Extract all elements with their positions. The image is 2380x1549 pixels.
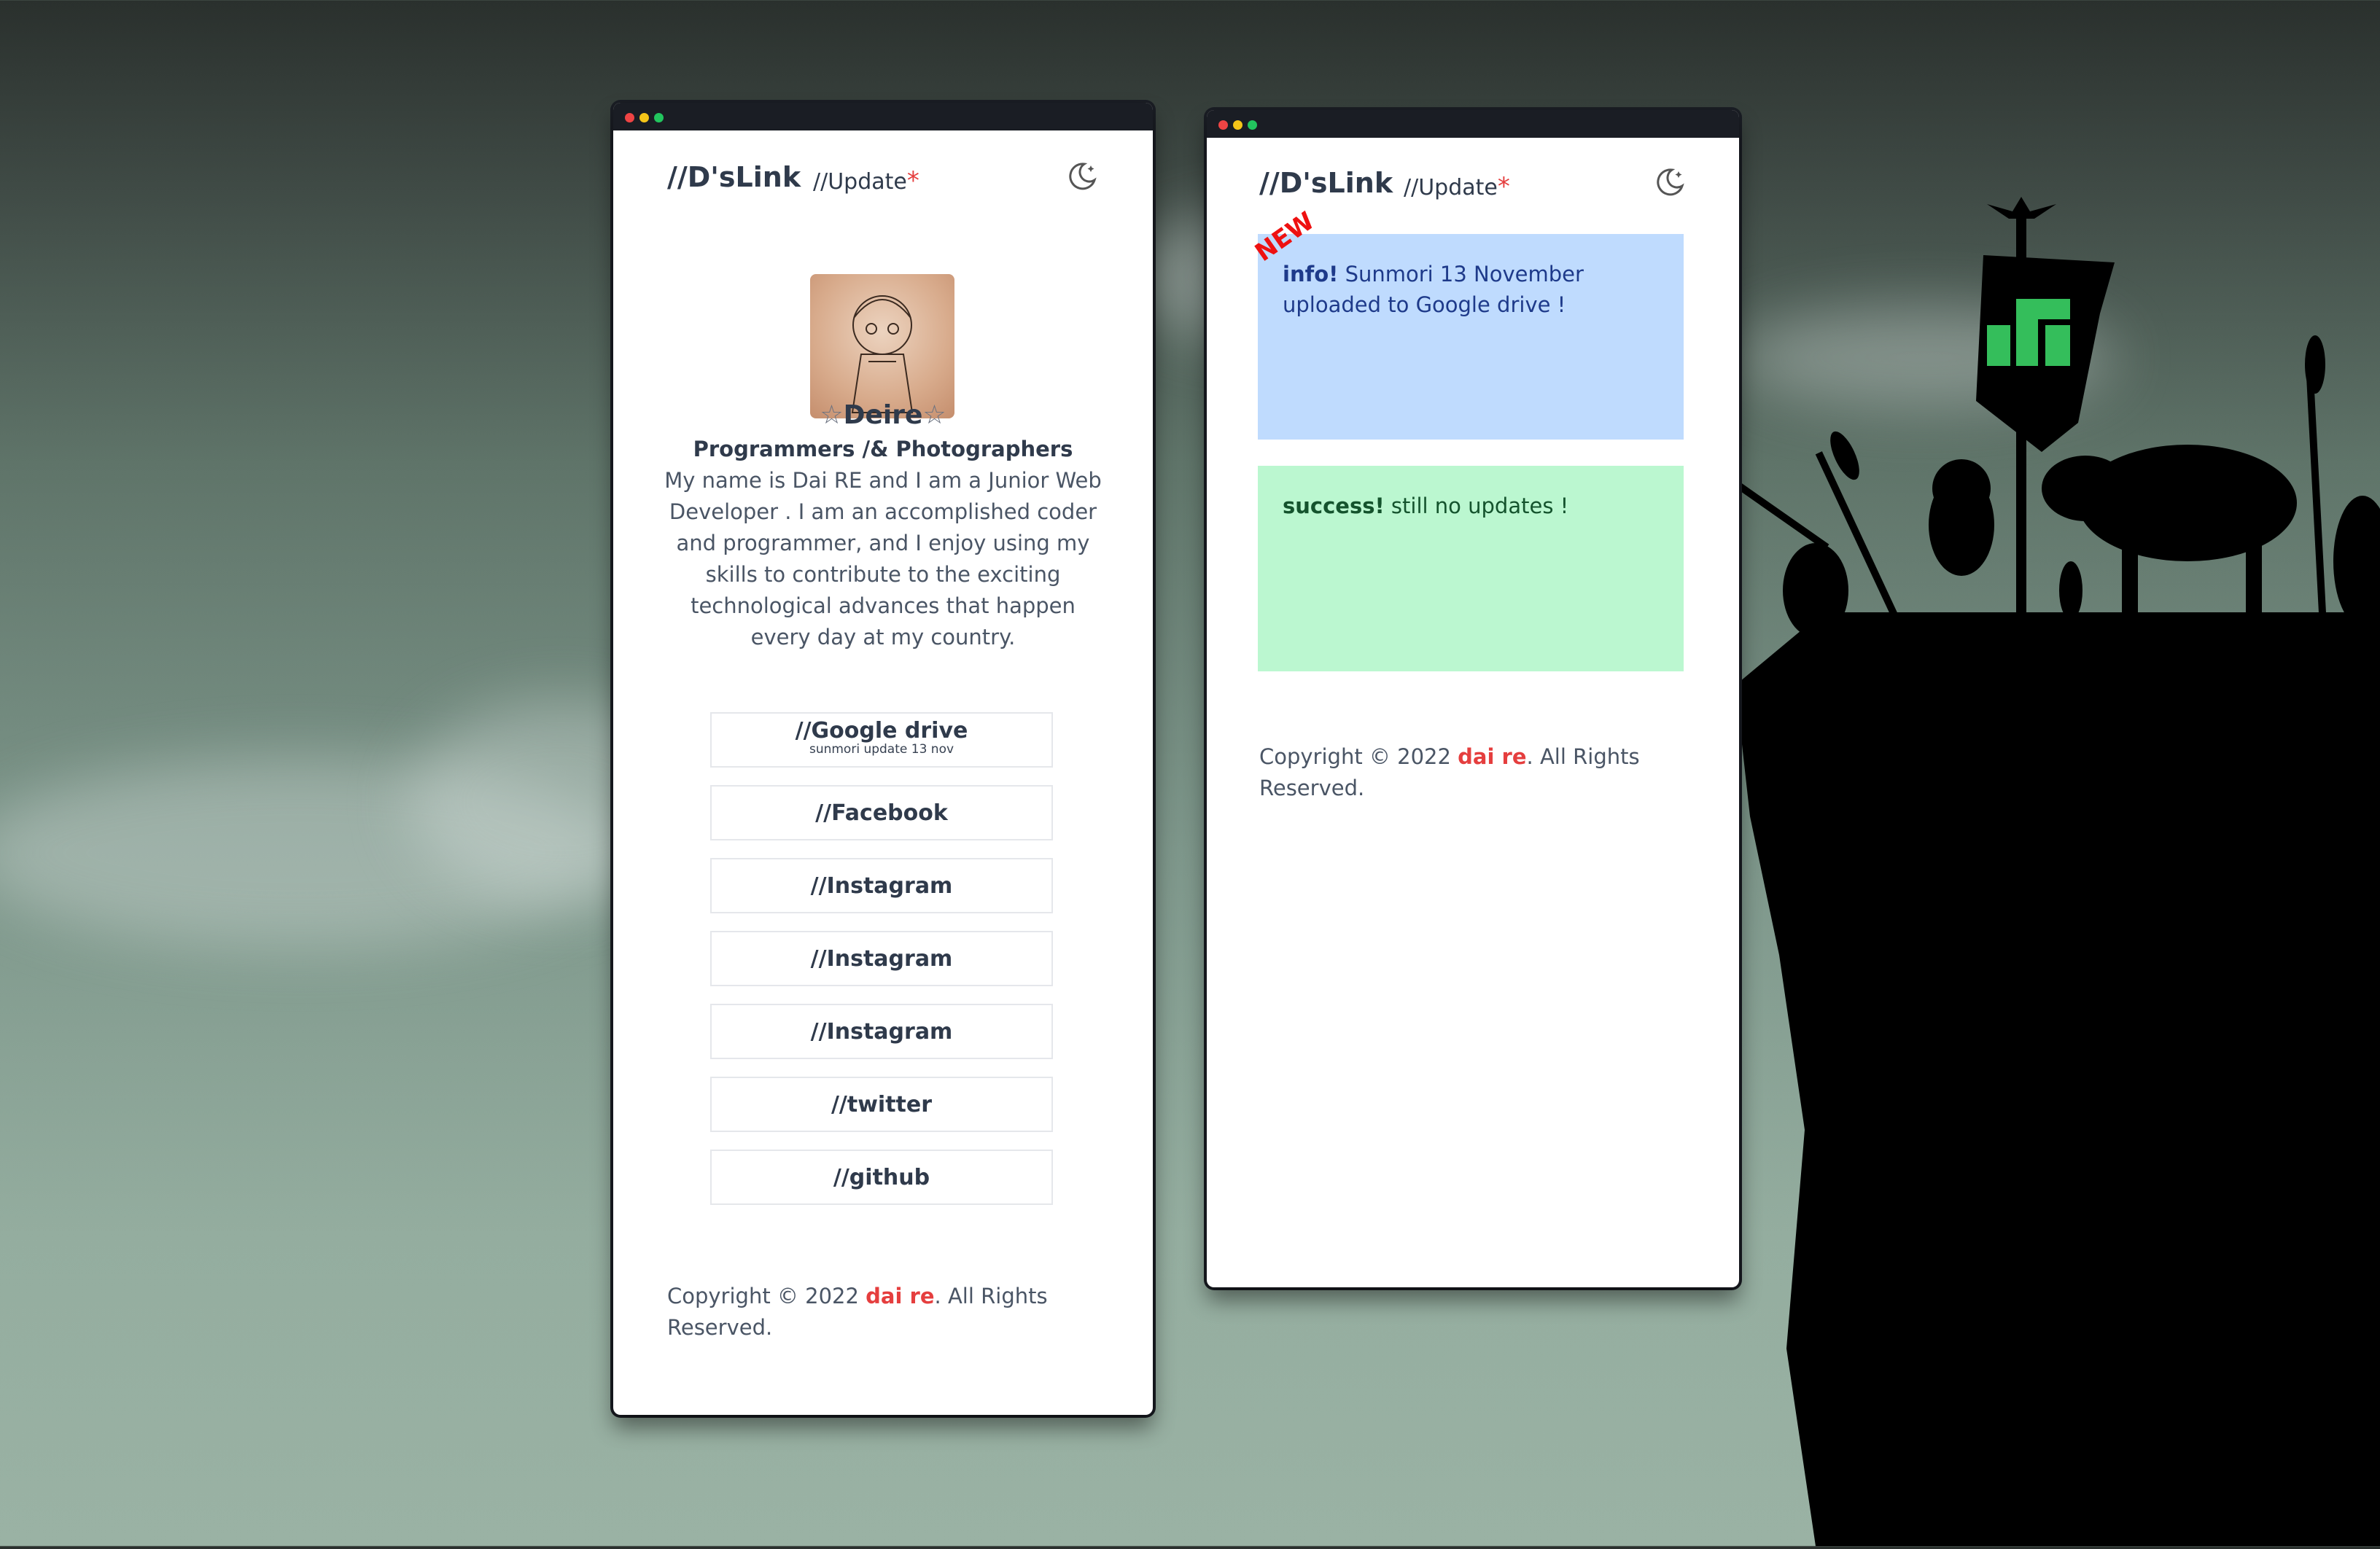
link-instagram[interactable]: //Instagram	[710, 931, 1053, 986]
link-label: //Instagram	[810, 1019, 953, 1045]
window-titlebar	[613, 103, 1153, 130]
close-dot[interactable]	[1218, 120, 1228, 130]
link-instagram[interactable]: //Instagram	[710, 1004, 1053, 1059]
moon-icon[interactable]	[1654, 167, 1685, 198]
link-label: //Google drive	[795, 718, 968, 744]
update-star: *	[1497, 172, 1510, 201]
moon-icon[interactable]	[1067, 161, 1097, 192]
maximize-dot[interactable]	[654, 113, 664, 122]
link-label: //Instagram	[810, 946, 953, 972]
profile-bio: My name is Dai RE and I am a Junior Web …	[664, 468, 1102, 649]
success-alert: success! still no updates !	[1258, 466, 1684, 671]
info-alert-title: info!	[1283, 262, 1339, 286]
profile-window: //D'sLink //Update* ☆Deire☆ Programmers …	[613, 103, 1153, 1415]
link-label: //github	[833, 1165, 930, 1190]
footer-author-link[interactable]: dai re	[866, 1284, 934, 1308]
brand-logo[interactable]: //D'sLink	[667, 161, 801, 193]
window-titlebar	[1207, 110, 1739, 138]
link-twitter[interactable]: //twitter	[710, 1077, 1053, 1132]
update-star: *	[906, 166, 919, 195]
minimize-dot[interactable]	[639, 113, 649, 122]
close-dot[interactable]	[625, 113, 634, 122]
footer-copyright: Copyright © 2022 dai re. All Rights Rese…	[1259, 741, 1668, 804]
footer-copyright: Copyright © 2022 dai re. All Rights Rese…	[667, 1281, 1076, 1343]
footer-prefix: Copyright © 2022	[667, 1284, 866, 1308]
info-alert: info! Sunmori 13 November uploaded to Go…	[1258, 234, 1684, 440]
link-instagram[interactable]: //Instagram	[710, 858, 1053, 913]
profile-name: ☆Deire☆	[613, 400, 1153, 430]
link-facebook[interactable]: //Facebook	[710, 785, 1053, 840]
link-github[interactable]: //github	[710, 1150, 1053, 1205]
update-link-label: //Update	[813, 169, 907, 195]
success-alert-text: still no updates !	[1384, 493, 1569, 518]
update-link[interactable]: //Update*	[1404, 172, 1510, 201]
footer-prefix: Copyright © 2022	[1259, 744, 1458, 769]
link-sublabel: sunmori update 13 nov	[809, 742, 954, 757]
profile-name-text: Deire	[843, 400, 923, 430]
avatar-drawing	[851, 295, 914, 413]
cliff-illustration	[1729, 197, 2380, 1546]
minimize-dot[interactable]	[1233, 120, 1242, 130]
profile-role: Programmers /& Photographers	[693, 437, 1073, 461]
update-link[interactable]: //Update*	[813, 166, 919, 195]
brand-logo[interactable]: //D'sLink	[1259, 167, 1393, 199]
maximize-dot[interactable]	[1248, 120, 1257, 130]
star-icon: ☆	[820, 400, 844, 430]
link-label: //Facebook	[815, 800, 948, 826]
success-alert-title: success!	[1283, 493, 1385, 518]
updates-window: //D'sLink //Update* info! Sunmori 13 Nov…	[1207, 110, 1739, 1287]
avatar	[810, 274, 954, 418]
link-label: //twitter	[831, 1092, 933, 1117]
link-label: //Instagram	[810, 873, 953, 899]
link-google-drive[interactable]: //Google drive sunmori update 13 nov	[710, 712, 1053, 768]
footer-author-link[interactable]: dai re	[1458, 744, 1526, 769]
star-icon: ☆	[922, 400, 946, 430]
update-link-label: //Update	[1404, 175, 1498, 200]
cliff-silhouette	[1729, 182, 2380, 1546]
